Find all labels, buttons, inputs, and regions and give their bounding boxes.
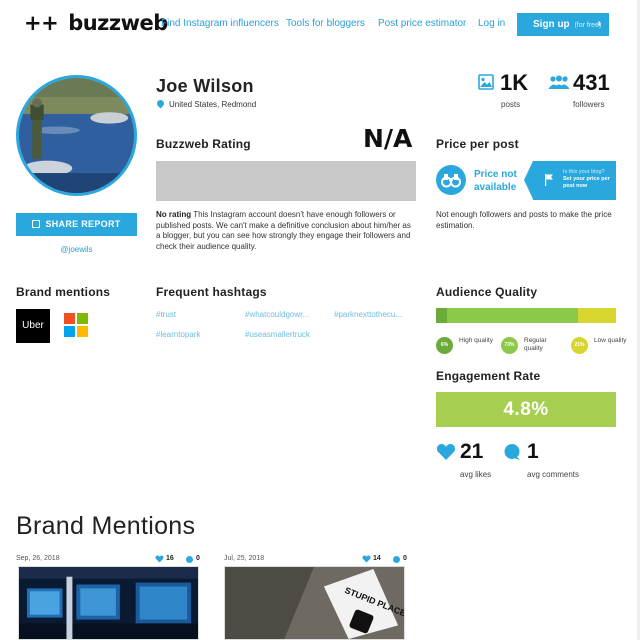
rating-note-text: This Instagram account doesn't have enou…	[156, 210, 411, 251]
rating-bar-placeholder	[156, 161, 416, 201]
avatar	[16, 75, 137, 196]
blog-cta-text: Set your price per post now	[563, 176, 610, 189]
microsoft-logo-blue	[64, 326, 75, 337]
hashtag-link[interactable]: #useasmallertruck	[245, 330, 335, 339]
chevron-right-icon: ›	[597, 18, 601, 30]
uber-logo[interactable]: Uber	[16, 309, 50, 343]
microsoft-logo[interactable]	[64, 313, 88, 337]
engagement-rate-title: Engagement Rate	[436, 369, 541, 383]
blog-question: Is this your blog?	[563, 169, 605, 175]
nav-post-price-estimator[interactable]: Post price estimator	[378, 18, 466, 29]
logo-plus-signs: ++	[24, 11, 59, 35]
share-report-label: SHARE REPORT	[45, 219, 121, 229]
hashtag-link[interactable]: #whatcouldgowr...	[245, 310, 327, 319]
sign-up-label: Sign up	[533, 19, 570, 30]
binoculars-icon	[441, 174, 461, 188]
heart-icon	[436, 444, 456, 460]
comment-icon	[186, 556, 193, 563]
post-photo: STUPID PLACE TO CATCH AN UBER!	[225, 567, 404, 639]
microsoft-logo-green	[77, 313, 88, 324]
rating-value: N/A	[363, 124, 413, 153]
aq-high-label: High quality	[459, 337, 493, 344]
aq-high-badge: 6%	[436, 337, 453, 354]
nav-log-in[interactable]: Log in	[478, 18, 505, 29]
aq-segment	[578, 308, 616, 323]
post-photo	[19, 567, 198, 639]
nav-tools-for-bloggers[interactable]: Tools for bloggers	[286, 18, 365, 29]
followers-count: 431	[573, 70, 610, 95]
avg-likes-label: avg likes	[460, 470, 492, 479]
instagram-handle-link[interactable]: @joewils	[16, 245, 137, 254]
price-note: Not enough followers and posts to make t…	[436, 210, 612, 230]
followers-icon	[548, 75, 570, 89]
heart-icon	[362, 555, 371, 563]
binoculars-icon-circle	[436, 165, 466, 195]
microsoft-logo-red	[64, 313, 75, 324]
avg-likes-value: 21	[460, 440, 484, 463]
aq-low-label: Low quality	[594, 337, 627, 344]
heart-icon	[155, 555, 164, 563]
post-likes: 14	[373, 555, 381, 562]
set-price-cta[interactable]: Is this your blog? Set your price per po…	[524, 161, 616, 200]
posts-label: posts	[501, 100, 521, 109]
comment-icon	[393, 556, 400, 563]
header: ++ buzzweb Find Instagram influencers Too…	[0, 0, 640, 48]
nav-find-influencers[interactable]: Find Instagram influencers	[161, 18, 279, 29]
audience-quality-bar	[436, 308, 616, 323]
comment-icon	[504, 444, 520, 460]
posts-count: 1K	[500, 70, 529, 95]
post-comments: 0	[403, 555, 407, 562]
aq-low-badge: 21%	[571, 337, 588, 354]
post-likes: 16	[166, 555, 174, 562]
aq-segment	[446, 308, 579, 323]
avatar-photo	[19, 78, 134, 193]
avg-comments-label: avg comments	[527, 470, 580, 479]
post-comments: 0	[196, 555, 200, 562]
frequent-hashtags-title: Frequent hashtags	[156, 285, 267, 299]
price-per-post-title: Price per post	[436, 137, 519, 151]
share-icon	[32, 220, 41, 228]
engagement-rate-value: 4.8%	[436, 392, 616, 427]
avg-comments-value: 1	[527, 440, 539, 463]
logo-text: buzzweb	[68, 11, 168, 35]
brand-mentions-title: Brand mentions	[16, 285, 111, 299]
post-date: Sep, 26, 2018	[16, 555, 60, 562]
hashtag-link[interactable]: #trust	[156, 310, 236, 319]
audience-quality-title: Audience Quality	[436, 285, 538, 299]
share-report-button[interactable]: SHARE REPORT	[16, 213, 137, 236]
hashtag-link[interactable]: #learntopark	[156, 330, 236, 339]
rating-note-bold: No rating	[156, 210, 192, 219]
post-image[interactable]	[18, 566, 199, 640]
buzzweb-logo[interactable]: ++ buzzweb	[24, 11, 168, 35]
flag-icon	[545, 174, 553, 186]
sign-up-button[interactable]: Sign up (for free) ›	[517, 13, 609, 36]
microsoft-logo-yellow	[77, 326, 88, 337]
location-text: United States, Redmond	[169, 100, 257, 109]
image-icon	[478, 74, 494, 90]
post-date: Jul, 25, 2018	[224, 555, 265, 562]
aq-regular-label: Regular quality	[524, 337, 547, 352]
post-image[interactable]: STUPID PLACE TO CATCH AN UBER!	[224, 566, 405, 640]
hashtag-link[interactable]: #parknexttothecu...	[334, 310, 418, 319]
cta-arrow	[524, 161, 533, 199]
profile-location: United States, Redmond	[155, 98, 257, 109]
location-pin-icon	[155, 98, 166, 109]
profile-name: Joe Wilson	[156, 76, 254, 96]
buzzweb-rating-title: Buzzweb Rating	[156, 137, 251, 151]
aq-regular-badge: 73%	[501, 337, 518, 354]
brand-mentions-heading: Brand Mentions	[16, 512, 196, 540]
followers-label: followers	[573, 100, 605, 109]
aq-segment	[436, 308, 447, 323]
rating-note: No rating This Instagram account doesn't…	[156, 210, 416, 252]
